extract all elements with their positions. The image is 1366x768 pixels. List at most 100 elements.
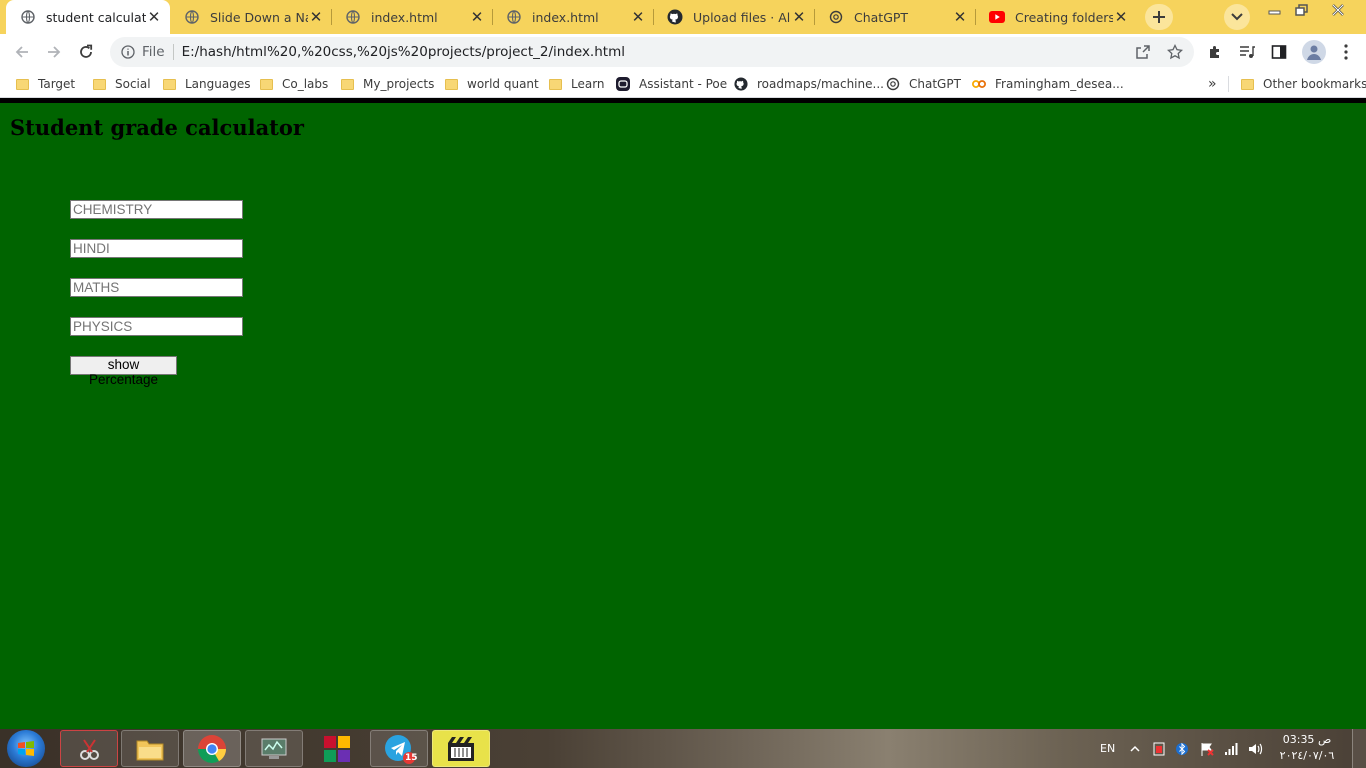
more-bookmarks-icon[interactable]: »: [1208, 76, 1217, 92]
tab-title: Upload files · Allan: [693, 9, 791, 25]
tab-chatgpt[interactable]: ChatGPT ✕: [814, 0, 976, 34]
tab-student-calculate[interactable]: student calculate ✕: [6, 0, 170, 34]
tab-title: ChatGPT: [854, 9, 909, 25]
back-arrow-icon: [15, 46, 28, 58]
close-tab-icon[interactable]: ✕: [308, 8, 324, 26]
youtube-icon: [989, 9, 1005, 25]
close-tab-icon[interactable]: ✕: [630, 8, 646, 26]
bookmark-world-quant[interactable]: world quant: [444, 76, 539, 92]
tab-index-html-2[interactable]: index.html ✕: [492, 0, 654, 34]
side-panel-icon[interactable]: [1269, 42, 1289, 62]
bookmark-target[interactable]: Target: [15, 76, 75, 92]
bookmark-assistant-poe[interactable]: Assistant - Poe: [616, 76, 727, 92]
minimize-icon: [1268, 10, 1281, 15]
tab-creating-folders[interactable]: Creating folders a ✕: [975, 0, 1137, 34]
forward-arrow-icon: [48, 46, 61, 58]
language-indicator[interactable]: EN: [1100, 729, 1115, 768]
profile-avatar[interactable]: [1302, 40, 1326, 64]
tab-slide-down[interactable]: Slide Down a Navi ✕: [170, 0, 332, 34]
bookmark-label: Framingham_desea...: [995, 77, 1124, 91]
taskbar-system-monitor[interactable]: [245, 730, 303, 767]
tab-title: Creating folders a: [1015, 9, 1113, 25]
taskbar-clock[interactable]: 03:35 ص ٢٠٢٤/٠٧/٠٦: [1276, 732, 1338, 764]
close-tab-icon[interactable]: ✕: [1113, 8, 1129, 26]
bluetooth-icon[interactable]: [1176, 729, 1188, 768]
close-tab-icon[interactable]: ✕: [791, 8, 807, 26]
scheme-label: File: [142, 44, 174, 60]
system-monitor-icon: [261, 738, 287, 759]
other-bookmarks[interactable]: Other bookmarks: [1240, 76, 1366, 92]
office-icon: [324, 735, 350, 762]
globe-icon: [184, 9, 200, 25]
chatgpt-icon: [828, 9, 844, 25]
action-center-flag-icon[interactable]: [1199, 729, 1215, 768]
snipping-tool-icon: [80, 738, 99, 760]
start-button[interactable]: [7, 730, 45, 767]
bookmark-learn[interactable]: Learn: [548, 76, 605, 92]
close-tab-icon[interactable]: ✕: [146, 8, 162, 26]
poe-icon: [616, 77, 630, 91]
new-tab-button[interactable]: [1145, 4, 1173, 30]
extensions-icon[interactable]: [1205, 42, 1225, 62]
folder-icon: [259, 77, 273, 91]
taskbar-snipping-tool[interactable]: [60, 730, 118, 767]
share-icon[interactable]: [1135, 44, 1151, 60]
chemistry-input[interactable]: [70, 200, 243, 219]
telegram-badge: 15: [405, 753, 418, 763]
folder-icon: [444, 77, 458, 91]
tab-index-html[interactable]: index.html ✕: [331, 0, 493, 34]
folder-icon: [1240, 77, 1254, 91]
media-control-icon[interactable]: [1237, 42, 1257, 62]
reload-button[interactable]: [74, 40, 98, 64]
menu-kebab-icon[interactable]: [1336, 42, 1356, 62]
bookmark-framingham[interactable]: Framingham_desea...: [972, 76, 1124, 92]
folder-icon: [548, 77, 562, 91]
taskbar-media-player[interactable]: [432, 730, 490, 767]
show-percentage-button[interactable]: show Percentage: [70, 356, 177, 387]
minimize-button[interactable]: [1261, 0, 1289, 20]
close-tab-icon[interactable]: ✕: [952, 8, 968, 26]
tab-upload-files[interactable]: Upload files · Allan ✕: [653, 0, 815, 34]
bookmark-languages[interactable]: Languages: [162, 76, 250, 92]
hindi-input[interactable]: [70, 239, 243, 258]
bookmark-my-projects[interactable]: My_projects: [340, 76, 434, 92]
grade-form: show Percentage: [70, 200, 243, 387]
bookmark-social[interactable]: Social: [92, 76, 151, 92]
tab-title: index.html: [532, 9, 599, 25]
forward-button[interactable]: [42, 40, 66, 64]
address-bar[interactable]: File E:/hash/html%20,%20css,%20js%20proj…: [110, 37, 1194, 67]
taskbar-file-explorer[interactable]: [121, 730, 179, 767]
power-tray-icon[interactable]: [1152, 729, 1166, 768]
bookmark-star-icon[interactable]: [1167, 44, 1183, 60]
clock-date: ٢٠٢٤/٠٧/٠٦: [1279, 749, 1335, 762]
page-content: Student grade calculator show Percentage: [0, 103, 1366, 729]
bookmarks-bar: Target Social Languages Co_labs My_proje…: [0, 70, 1366, 98]
tab-title: index.html: [371, 9, 438, 25]
show-hidden-icons-icon[interactable]: [1130, 729, 1140, 768]
taskbar-chrome[interactable]: [183, 730, 241, 767]
close-window-button[interactable]: [1318, 0, 1358, 20]
bookmark-roadmaps[interactable]: roadmaps/machine...: [734, 76, 884, 92]
folder-icon: [92, 77, 106, 91]
folder-icon: [15, 77, 29, 91]
bookmark-chatgpt[interactable]: ChatGPT: [886, 76, 961, 92]
restore-button[interactable]: [1288, 0, 1316, 20]
taskbar-office[interactable]: [308, 730, 366, 767]
show-desktop-button[interactable]: [1352, 729, 1366, 768]
bookmark-co-labs[interactable]: Co_labs: [259, 76, 328, 92]
maths-input[interactable]: [70, 278, 243, 297]
physics-input[interactable]: [70, 317, 243, 336]
chatgpt-icon: [886, 77, 900, 91]
colab-icon: [972, 77, 986, 91]
network-signal-icon[interactable]: [1224, 729, 1238, 768]
info-icon[interactable]: [120, 44, 136, 60]
volume-icon[interactable]: [1248, 729, 1264, 768]
tab-search-button[interactable]: [1224, 4, 1250, 30]
chevron-down-icon: [1231, 13, 1243, 21]
back-button[interactable]: [10, 40, 34, 64]
bookmark-label: Assistant - Poe: [639, 77, 728, 91]
taskbar-telegram[interactable]: 15: [370, 730, 428, 767]
close-tab-icon[interactable]: ✕: [469, 8, 485, 26]
bookmark-label: My_projects: [363, 77, 435, 91]
url-text[interactable]: E:/hash/html%20,%20css,%20js%20projects/…: [182, 44, 625, 60]
